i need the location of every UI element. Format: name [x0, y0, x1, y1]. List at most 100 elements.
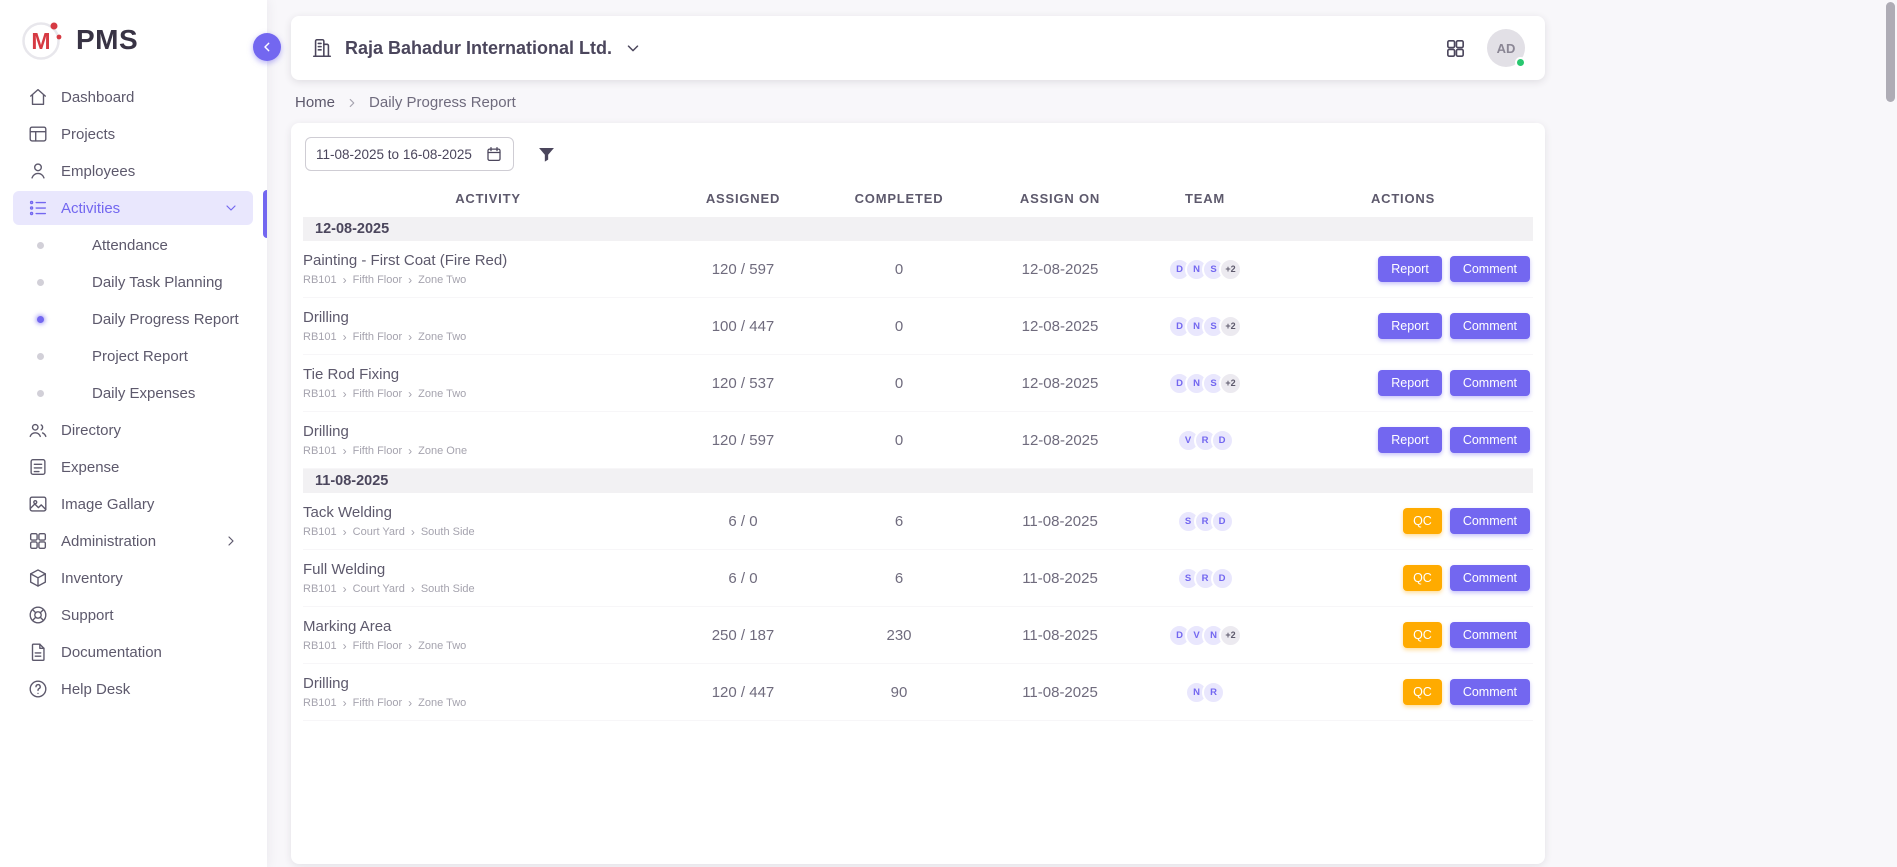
sidebar-item-label: Documentation	[61, 644, 162, 661]
team-avatars: DVN+2	[1135, 624, 1275, 647]
inventory-icon	[27, 567, 49, 589]
table-row: Tie Rod Fixing RB101›Fifth Floor›Zone Tw…	[303, 355, 1533, 412]
comment-button[interactable]: Comment	[1450, 313, 1530, 339]
team-avatars: DNS+2	[1135, 315, 1275, 338]
location-crumb: Zone Two	[418, 388, 466, 400]
breadcrumb: Home Daily Progress Report	[295, 94, 1897, 111]
filter-button[interactable]	[536, 144, 557, 165]
sidebar-item-support[interactable]: Support	[13, 598, 253, 632]
team-avatar-extra: +2	[1219, 258, 1242, 281]
logo-icon: M	[20, 18, 64, 62]
report-button[interactable]: Report	[1378, 313, 1442, 339]
page-scrollbar[interactable]	[1886, 2, 1895, 102]
chevron-right-icon: ›	[343, 526, 347, 538]
chevron-right-icon: ›	[343, 445, 347, 457]
report-button[interactable]: Report	[1378, 370, 1442, 396]
row-actions: QC Comment	[1275, 565, 1531, 591]
qc-button[interactable]: QC	[1403, 508, 1442, 534]
sidebar-subitem-attendance[interactable]: Attendance	[13, 228, 253, 262]
location-crumb: Zone Two	[418, 331, 466, 343]
sidebar-subitem-project-report[interactable]: Project Report	[13, 339, 253, 373]
location-crumb: Court Yard	[353, 583, 405, 595]
activity-cell: Drilling RB101›Fifth Floor›Zone Two	[303, 675, 673, 709]
row-actions: Report Comment	[1275, 256, 1531, 282]
row-actions: Report Comment	[1275, 427, 1531, 453]
report-button[interactable]: Report	[1378, 256, 1442, 282]
location-crumb: RB101	[303, 526, 337, 538]
sidebar-item-image-gallary[interactable]: Image Gallary	[13, 487, 253, 521]
sidebar-collapse-button[interactable]	[253, 33, 281, 61]
column-header-assigned: ASSIGNED	[673, 191, 813, 206]
completed-value: 230	[813, 627, 985, 644]
activity-location: RB101›Fifth Floor›Zone Two	[303, 697, 673, 709]
apps-grid-button[interactable]	[1444, 37, 1467, 60]
activity-title: Drilling	[303, 675, 673, 692]
comment-button[interactable]: Comment	[1450, 427, 1530, 453]
activity-title: Drilling	[303, 423, 673, 440]
user-avatar[interactable]: AD	[1487, 29, 1525, 67]
navbar-actions: AD	[1444, 29, 1525, 67]
activity-cell: Drilling RB101›Fifth Floor›Zone Two	[303, 309, 673, 343]
svg-text:M: M	[31, 28, 50, 54]
sidebar-item-help-desk[interactable]: Help Desk	[13, 672, 253, 706]
location-crumb: Zone Two	[418, 274, 466, 286]
company-selector[interactable]: Raja Bahadur International Ltd.	[311, 37, 642, 59]
chevron-right-icon	[345, 96, 359, 110]
table-row: Drilling RB101›Fifth Floor›Zone Two 120 …	[303, 664, 1533, 721]
sidebar-subitem-daily-progress-report[interactable]: Daily Progress Report	[13, 302, 253, 336]
sidebar-subitem-label: Attendance	[92, 237, 168, 254]
qc-button[interactable]: QC	[1403, 622, 1442, 648]
date-group-header: 11-08-2025	[303, 469, 1533, 493]
sidebar-item-inventory[interactable]: Inventory	[13, 561, 253, 595]
sidebar-item-projects[interactable]: Projects	[13, 117, 253, 151]
location-crumb: Zone One	[418, 445, 467, 457]
report-button[interactable]: Report	[1378, 427, 1442, 453]
activity-cell: Tie Rod Fixing RB101›Fifth Floor›Zone Tw…	[303, 366, 673, 400]
comment-button[interactable]: Comment	[1450, 256, 1530, 282]
activity-location: RB101›Court Yard›South Side	[303, 526, 673, 538]
sidebar-item-activities[interactable]: Activities	[13, 191, 253, 225]
location-crumb: Zone Two	[418, 697, 466, 709]
sidebar-item-label: Projects	[61, 126, 115, 143]
chevron-down-icon	[624, 39, 642, 57]
sidebar-item-label: Expense	[61, 459, 119, 476]
date-range-input[interactable]	[316, 147, 478, 162]
sidebar-item-documentation[interactable]: Documentation	[13, 635, 253, 669]
comment-button[interactable]: Comment	[1450, 679, 1530, 705]
activity-location: RB101›Fifth Floor›Zone Two	[303, 640, 673, 652]
date-range-picker[interactable]	[305, 137, 514, 171]
location-crumb: South Side	[421, 583, 475, 595]
location-crumb: Fifth Floor	[353, 388, 403, 400]
assigned-value: 120 / 597	[673, 432, 813, 449]
breadcrumb-home[interactable]: Home	[295, 94, 335, 111]
sidebar-item-administration[interactable]: Administration	[13, 524, 253, 558]
comment-button[interactable]: Comment	[1450, 622, 1530, 648]
chevron-left-icon	[259, 39, 275, 55]
assign-on-value: 11-08-2025	[985, 684, 1135, 701]
app-logo[interactable]: M PMS	[0, 0, 267, 76]
comment-button[interactable]: Comment	[1450, 508, 1530, 534]
team-avatar-extra: +2	[1219, 315, 1242, 338]
sidebar-item-directory[interactable]: Directory	[13, 413, 253, 447]
sidebar-subitem-daily-expenses[interactable]: Daily Expenses	[13, 376, 253, 410]
qc-button[interactable]: QC	[1403, 679, 1442, 705]
table-body: 12-08-2025 Painting - First Coat (Fire R…	[303, 217, 1533, 721]
table-row: Tack Welding RB101›Court Yard›South Side…	[303, 493, 1533, 550]
sidebar-subitem-daily-task-planning[interactable]: Daily Task Planning	[13, 265, 253, 299]
location-crumb: RB101	[303, 697, 337, 709]
sidebar-menu: Dashboard Projects EmployeesActivities Atte…	[0, 76, 267, 706]
table-row: Drilling RB101›Fifth Floor›Zone Two 100 …	[303, 298, 1533, 355]
sidebar-item-expense[interactable]: Expense	[13, 450, 253, 484]
team-avatar: D	[1211, 429, 1234, 452]
sidebar-item-dashboard[interactable]: Dashboard	[13, 80, 253, 114]
location-crumb: Court Yard	[353, 526, 405, 538]
comment-button[interactable]: Comment	[1450, 370, 1530, 396]
comment-button[interactable]: Comment	[1450, 565, 1530, 591]
qc-button[interactable]: QC	[1403, 565, 1442, 591]
projects-icon	[27, 123, 49, 145]
sidebar-item-employees[interactable]: Employees	[13, 154, 253, 188]
team-avatars: NR	[1135, 681, 1275, 704]
team-avatar: D	[1211, 567, 1234, 590]
calendar-icon	[485, 145, 503, 163]
date-group-header: 12-08-2025	[303, 217, 1533, 241]
